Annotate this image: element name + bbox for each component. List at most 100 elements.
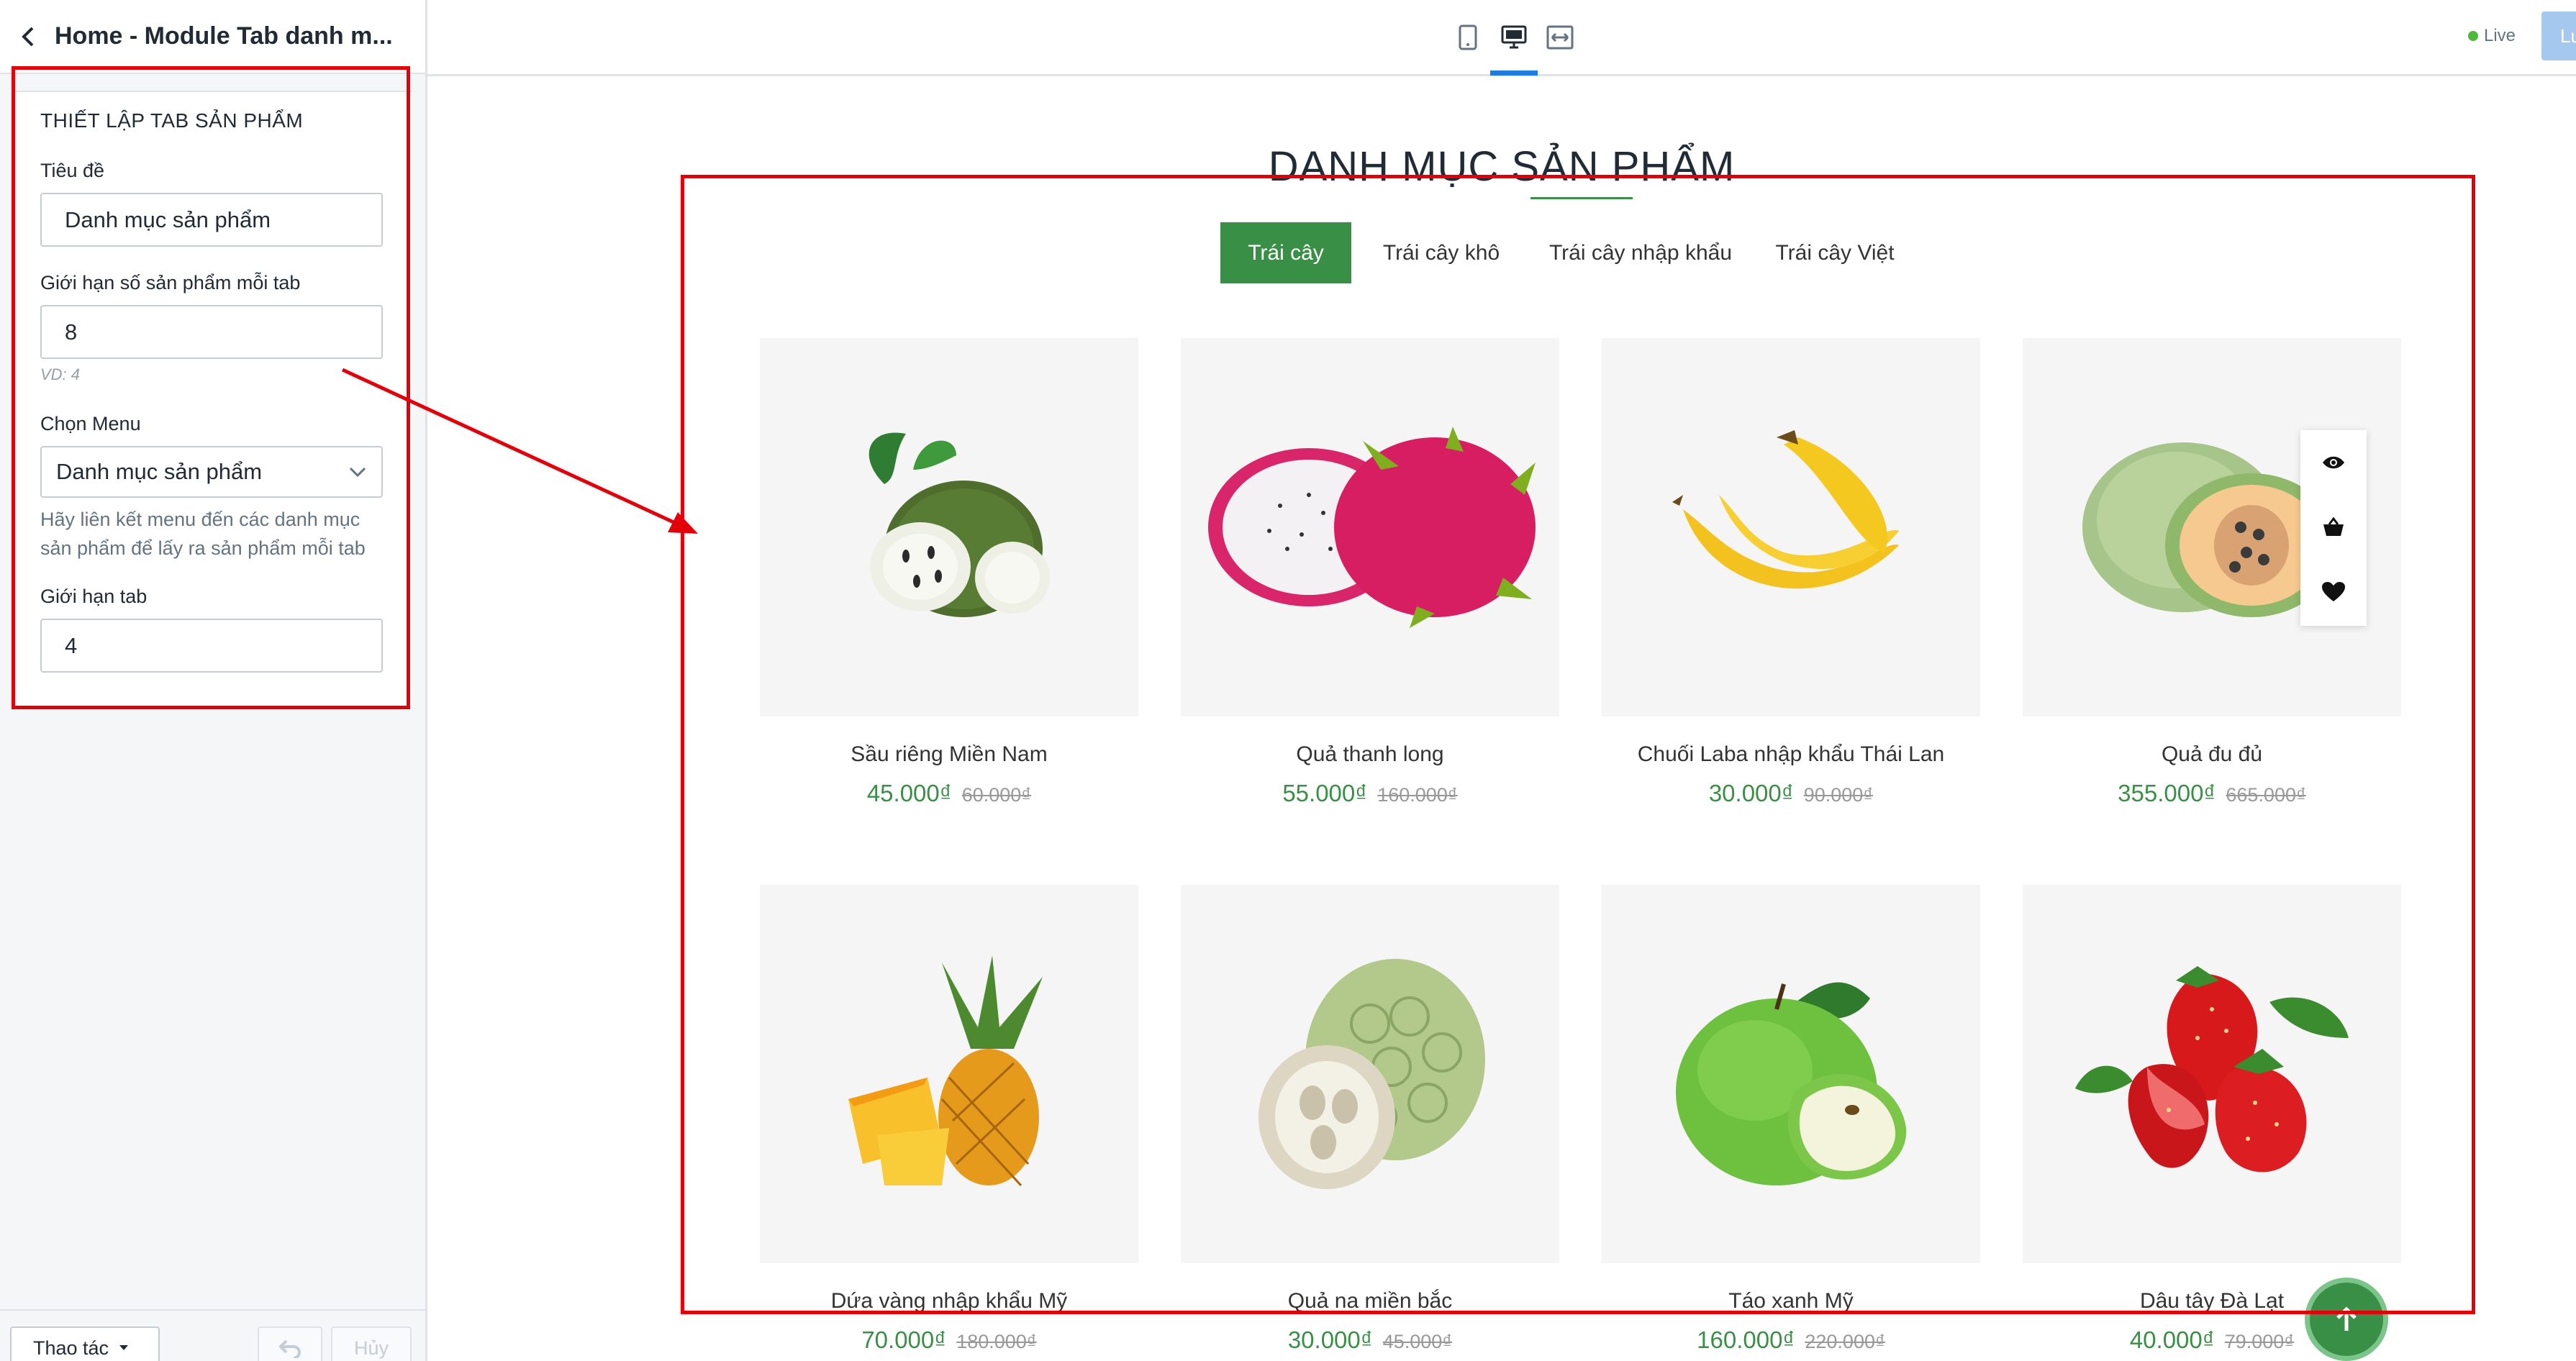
product-old-price: 160.000₫	[1377, 784, 1458, 806]
quick-view-button[interactable]	[2300, 430, 2367, 495]
menu-select[interactable]: Danh mục sản phẩm	[40, 446, 383, 498]
tab-limit-label: Giới hạn tab	[40, 586, 148, 607]
product-card[interactable]: Quả thanh long 55.000₫ 160.000₫	[1181, 338, 1559, 807]
product-card[interactable]: Dứa vàng nhập khẩu Mỹ 70.000₫ 180.000₫	[760, 885, 1138, 1354]
product-old-price: 90.000₫	[1803, 784, 1874, 806]
product-name[interactable]: Quả thanh long	[1181, 742, 1559, 767]
product-image[interactable]	[760, 885, 1138, 1263]
product-image[interactable]	[1181, 338, 1559, 716]
live-status: Live	[2468, 26, 2516, 46]
product-old-price: 60.000₫	[961, 784, 1032, 806]
product-old-price: 665.000₫	[2226, 784, 2306, 806]
banana-image	[1672, 430, 1899, 589]
product-price: 30.000₫	[1708, 780, 1794, 806]
product-name[interactable]: Quả na miền bắc	[1181, 1289, 1559, 1314]
product-image[interactable]	[2023, 885, 2401, 1263]
menu-select-value: Danh mục sản phẩm	[56, 459, 263, 484]
undo-button[interactable]	[258, 1326, 322, 1361]
product-image[interactable]	[760, 338, 1138, 716]
strawberry-image	[2075, 966, 2349, 1173]
mobile-view-button[interactable]	[1451, 22, 1485, 53]
product-prices: 30.000₫ 45.000₫	[1181, 1326, 1559, 1354]
scroll-to-top-button[interactable]	[2305, 1278, 2388, 1361]
sidebar-title: Home - Module Tab danh m...	[55, 22, 393, 50]
heart-icon	[2322, 582, 2345, 601]
product-name[interactable]: Táo xanh Mỹ	[1602, 1289, 1980, 1314]
product-prices: 70.000₫ 180.000₫	[760, 1326, 1138, 1354]
chevron-down-icon	[349, 467, 366, 478]
basket-icon	[2323, 517, 2344, 536]
menu-label: Chọn Menu	[40, 413, 141, 434]
product-prices: 160.000₫ 220.000₫	[1602, 1326, 1980, 1354]
product-card[interactable]: Sầu riêng Miền Nam 45.000₫ 60.000₫	[760, 338, 1138, 807]
product-image[interactable]	[2023, 338, 2401, 716]
product-price: 30.000₫	[1287, 1326, 1373, 1353]
product-name[interactable]: Dứa vàng nhập khẩu Mỹ	[760, 1289, 1138, 1314]
save-button[interactable]: Lưu	[2541, 12, 2576, 60]
product-image[interactable]	[1602, 885, 1980, 1263]
caret-down-icon	[119, 1345, 129, 1350]
active-device-indicator	[1490, 70, 1538, 76]
pineapple-image	[848, 955, 1043, 1187]
product-prices: 45.000₫ 60.000₫	[760, 780, 1138, 807]
product-old-price: 220.000₫	[1805, 1331, 1885, 1352]
limit-label: Giới hạn số sản phẩm mỗi tab	[40, 272, 301, 293]
product-old-price: 180.000₫	[956, 1331, 1037, 1352]
fullwidth-view-button[interactable]	[1543, 22, 1577, 53]
tab-trai-cay-nhap-khau[interactable]: Trái cây nhập khẩu	[1533, 222, 1749, 283]
section-heading: THIẾT LẬP TAB SẢN PHẨM	[40, 109, 304, 132]
live-label: Live	[2484, 26, 2516, 45]
cancel-button[interactable]: Hủy	[331, 1326, 412, 1361]
product-price: 70.000₫	[861, 1326, 947, 1353]
mobile-icon	[1459, 24, 1477, 50]
product-name[interactable]: Sầu riêng Miền Nam	[760, 742, 1138, 767]
product-price: 160.000₫	[1697, 1326, 1795, 1353]
product-image[interactable]	[1181, 885, 1559, 1263]
product-name[interactable]: Quả đu đủ	[2023, 742, 2401, 767]
product-prices: 30.000₫ 90.000₫	[1602, 780, 1980, 807]
section-title: DANH MỤC SẢN PHẨM	[1268, 143, 1736, 190]
product-card[interactable]: Táo xanh Mỹ 160.000₫ 220.000₫	[1602, 885, 1980, 1354]
product-price: 40.000₫	[2129, 1326, 2215, 1353]
limit-hint: VD: 4	[40, 365, 81, 383]
quick-actions-panel	[2300, 430, 2367, 626]
product-prices: 355.000₫ 665.000₫	[2023, 780, 2401, 807]
title-underline	[1530, 197, 1633, 199]
product-card[interactable]: Chuối Laba nhập khẩu Thái Lan 30.000₫ 90.…	[1602, 338, 1980, 807]
green-apple-image	[1676, 982, 1907, 1185]
desktop-view-button[interactable]	[1497, 22, 1531, 53]
desktop-icon	[1501, 25, 1527, 49]
menu-help-text: Hãy liên kết menu đến các danh mục sản p…	[40, 509, 366, 559]
product-price: 355.000₫	[2118, 780, 2216, 806]
title-label: Tiêu đề	[40, 160, 105, 181]
product-card[interactable]: Quả na miền bắc 30.000₫ 45.000₫	[1181, 885, 1559, 1354]
chevron-left-icon	[22, 27, 34, 46]
store-preview: DANH MỤC SẢN PHẨM Trái cây Trái cây khô …	[427, 76, 2576, 1361]
product-old-price: 45.000₫	[1382, 1331, 1453, 1352]
product-price: 45.000₫	[866, 780, 952, 806]
eye-icon	[2323, 456, 2344, 469]
product-old-price: 79.000₫	[2224, 1331, 2295, 1352]
soursop-image	[869, 432, 1050, 617]
product-image[interactable]	[1602, 338, 1980, 716]
tab-trai-cay-kho[interactable]: Trái cây khô	[1364, 222, 1518, 283]
product-prices: 55.000₫ 160.000₫	[1181, 780, 1559, 807]
fullwidth-icon	[1546, 25, 1574, 50]
product-limit-input[interactable]	[40, 305, 383, 359]
product-card[interactable]: Quả đu đủ 355.000₫ 665.000₫	[2023, 338, 2401, 807]
add-to-cart-button[interactable]	[2300, 495, 2367, 560]
tab-limit-input[interactable]	[40, 619, 383, 673]
product-name[interactable]: Chuối Laba nhập khẩu Thái Lan	[1602, 742, 1980, 767]
actions-button[interactable]: Thao tác	[10, 1326, 160, 1361]
custard-apple-image	[1258, 959, 1485, 1189]
sidebar-footer: Thao tác Hủy	[0, 1309, 425, 1361]
settings-panel	[13, 91, 412, 706]
title-input[interactable]	[40, 193, 383, 247]
back-button[interactable]	[12, 20, 45, 53]
actions-label: Thao tác	[33, 1337, 109, 1359]
arrow-up-icon	[2336, 1306, 2357, 1331]
add-to-wishlist-button[interactable]	[2300, 560, 2367, 624]
tab-trai-cay-viet[interactable]: Trái cây Việt	[1760, 222, 1910, 283]
settings-sidebar: Home - Module Tab danh m... THIẾT LẬP TA…	[0, 0, 427, 1361]
tab-trai-cay[interactable]: Trái cây	[1220, 222, 1351, 283]
